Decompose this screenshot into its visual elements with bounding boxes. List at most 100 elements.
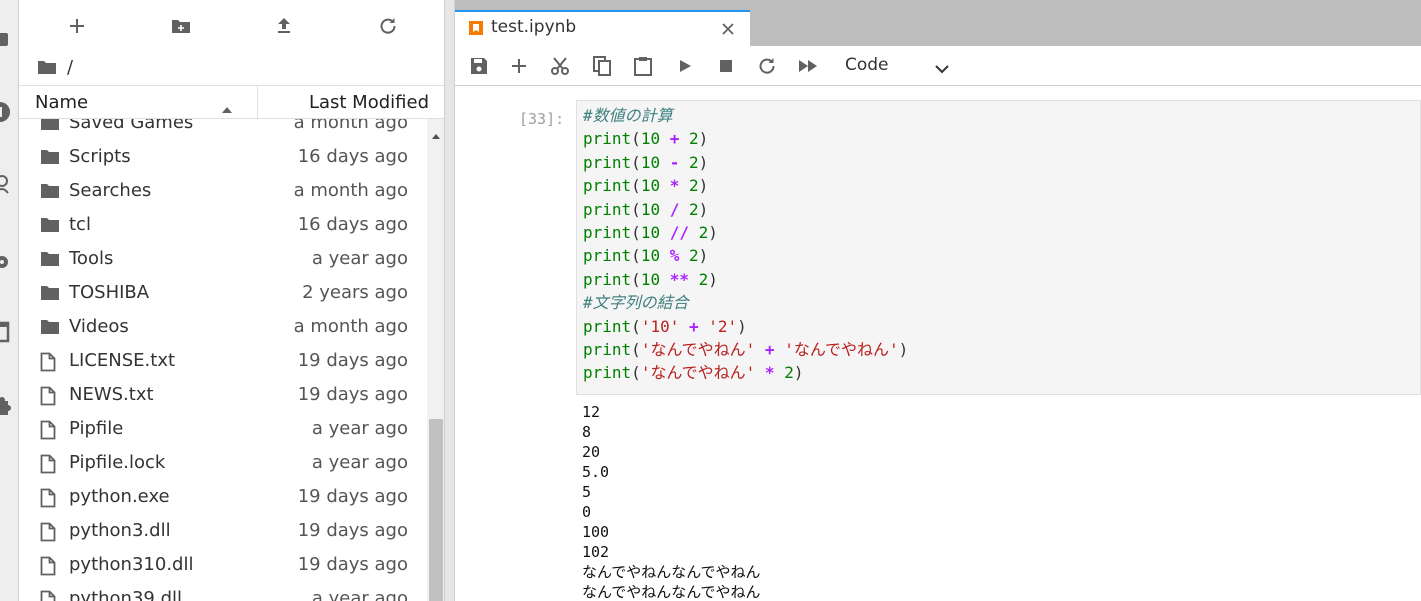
code-token: ( — [631, 152, 641, 172]
column-header-name[interactable]: Name — [35, 92, 88, 113]
list-item[interactable]: python3.dll 19 days ago — [19, 515, 427, 549]
code-token: print — [583, 340, 632, 359]
code-token: ( — [631, 316, 641, 336]
list-item[interactable]: Pipfile.lock a year ago — [19, 447, 427, 481]
insert-cell-button[interactable] — [509, 56, 529, 76]
code-token: ( — [631, 246, 641, 266]
code-line: print('なんでやねん' + 'なんでやねん') — [583, 338, 908, 362]
commands-icon[interactable] — [0, 173, 12, 194]
code-line: print(10 - 2) — [583, 151, 708, 175]
save-icon — [471, 58, 487, 74]
interrupt-button[interactable] — [716, 56, 736, 76]
save-button[interactable] — [469, 56, 489, 76]
scrollbar-thumb[interactable] — [429, 419, 443, 601]
code-token: print — [583, 199, 632, 219]
main-area: test.ipynb Code [33]: #数値の計算 print(10 + … — [445, 0, 1421, 601]
breadcrumb: / — [37, 53, 73, 81]
folder-icon — [40, 318, 60, 338]
breadcrumb-root[interactable]: / — [67, 57, 73, 78]
upload-icon — [278, 18, 290, 33]
item-name: Saved Games — [69, 119, 194, 133]
file-icon — [40, 590, 60, 601]
code-token: 10 — [640, 129, 661, 149]
code-token: ( — [631, 223, 641, 242]
upload-button[interactable] — [269, 12, 299, 40]
list-item[interactable]: python39.dll a year ago — [19, 583, 427, 601]
cell-type-value: Code — [845, 55, 889, 75]
file-icon — [40, 386, 60, 406]
list-item[interactable]: TOSHIBA 2 years ago — [19, 277, 427, 311]
list-item[interactable]: NEWS.txt 19 days ago — [19, 379, 427, 413]
splitter[interactable] — [445, 0, 455, 601]
cell-type-select[interactable]: Code — [845, 53, 957, 79]
item-modified: 19 days ago — [297, 554, 408, 575]
folder-icon[interactable] — [37, 59, 57, 75]
restart-run-all-button[interactable] — [798, 56, 818, 76]
item-modified: 16 days ago — [297, 214, 408, 235]
running-icon[interactable] — [0, 100, 12, 122]
code-token: ( — [631, 176, 641, 196]
code-token: * — [669, 176, 680, 196]
code-token: 2 — [784, 363, 794, 383]
new-launcher-button[interactable] — [62, 12, 92, 40]
item-modified: a year ago — [311, 588, 408, 601]
list-item[interactable]: Tools a year ago — [19, 243, 427, 277]
paste-button[interactable] — [633, 56, 653, 76]
code-line: print(10 * 2) — [583, 174, 708, 198]
code-token: print — [583, 129, 632, 149]
extension-icon[interactable] — [0, 395, 12, 415]
code-token: print — [583, 316, 632, 336]
list-item[interactable]: python.exe 19 days ago — [19, 481, 427, 515]
run-button[interactable] — [675, 56, 695, 76]
code-line: print('なんでやねん' * 2) — [583, 361, 803, 385]
item-modified: a year ago — [311, 248, 408, 269]
notebook-icon — [468, 20, 484, 36]
cut-button[interactable] — [550, 56, 570, 76]
code-token: print — [583, 246, 632, 266]
folder-icon — [40, 182, 60, 202]
restart-button[interactable] — [757, 56, 777, 76]
cell-collapser[interactable] — [455, 100, 457, 395]
output-line: 102 — [582, 543, 610, 561]
list-item[interactable]: Searches a month ago — [19, 175, 427, 209]
scroll-up-icon[interactable] — [431, 125, 441, 144]
tab-notebook[interactable]: test.ipynb — [455, 10, 750, 46]
code-editor[interactable]: #数値の計算 print(10 + 2) print(10 - 2) print(10… — [576, 100, 1421, 395]
code-token: * — [764, 363, 775, 383]
list-item[interactable]: LICENSE.txt 19 days ago — [19, 345, 427, 379]
file-list-scrollbar[interactable] — [427, 119, 444, 601]
folder-icon — [40, 148, 60, 168]
column-divider[interactable] — [257, 86, 258, 120]
sort-ascending-icon — [221, 98, 233, 119]
code-line: #数値の計算 — [583, 104, 673, 128]
copy-button[interactable] — [592, 56, 612, 76]
new-folder-button[interactable] — [166, 12, 196, 40]
code-token: print — [583, 176, 632, 196]
list-item[interactable]: Scripts 16 days ago — [19, 141, 427, 175]
list-item[interactable]: Pipfile a year ago — [19, 413, 427, 447]
refresh-icon — [759, 58, 775, 74]
column-header-last-modified[interactable]: Last Modified — [309, 92, 429, 113]
gear-icon[interactable] — [0, 250, 12, 270]
code-token: ( — [631, 340, 641, 359]
refresh-button[interactable] — [373, 12, 403, 40]
copy-icon — [593, 56, 611, 76]
code-token: 'なんでやねん' — [640, 340, 756, 359]
item-name: NEWS.txt — [69, 384, 154, 405]
output-line: 5.0 — [582, 463, 610, 481]
folder-icon[interactable] — [0, 30, 12, 50]
list-item[interactable]: Videos a month ago — [19, 311, 427, 345]
list-item[interactable]: Saved Games a month ago — [19, 119, 427, 141]
close-icon[interactable] — [720, 21, 736, 37]
list-item[interactable]: python310.dll 19 days ago — [19, 549, 427, 583]
list-item[interactable]: tcl 16 days ago — [19, 209, 427, 243]
paste-icon — [634, 57, 652, 76]
scissors-icon — [551, 57, 569, 75]
tabs-icon[interactable] — [0, 320, 12, 343]
notebook-toolbar: Code — [455, 46, 1421, 86]
tab-title: test.ipynb — [491, 17, 577, 37]
